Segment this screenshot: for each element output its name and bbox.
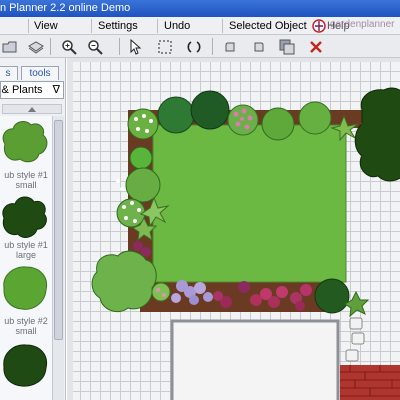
title-bar: n Planner 2.2 online Demo — [0, 0, 400, 17]
design-canvas[interactable] — [67, 58, 400, 400]
shrub-large[interactable] — [91, 250, 157, 313]
zoom-in-icon[interactable] — [59, 37, 79, 56]
shrub-light-icon — [2, 121, 48, 163]
menu-separator — [222, 19, 223, 33]
plant-label: ub style #2 — [4, 316, 48, 326]
tree-large[interactable] — [354, 87, 400, 182]
shrub-dark[interactable] — [314, 278, 350, 314]
dropdown-arrow-icon: ∇ — [52, 84, 60, 96]
marquee-select-icon[interactable] — [155, 37, 175, 56]
chevron-up-icon — [28, 106, 36, 112]
menu-selected-object[interactable]: Selected Object — [229, 17, 307, 35]
plant-label: ub style #1 — [4, 170, 48, 180]
lawn-area[interactable] — [152, 124, 347, 283]
layer-icon[interactable] — [277, 37, 297, 56]
save-icon[interactable] — [26, 37, 46, 56]
shrub-round-icon — [3, 266, 48, 310]
garden-plan — [91, 87, 400, 400]
plant-label: ub style #1 — [4, 240, 48, 250]
redo-icon[interactable] — [249, 37, 269, 56]
gardenplanner-logo: gardenplanner — [312, 18, 400, 34]
left-panel: s tools s & Plants ∇ ub style #1 small u… — [0, 58, 66, 400]
toolbar-separator — [119, 38, 120, 55]
delete-icon[interactable] — [306, 37, 326, 56]
menu-undo[interactable]: Undo — [164, 17, 190, 35]
shrub-dark-icon — [2, 196, 47, 238]
toolbar-separator — [212, 38, 213, 55]
stepping-stones[interactable] — [345, 317, 365, 362]
scroll-up-button[interactable] — [2, 104, 62, 114]
menu-settings[interactable]: Settings — [98, 17, 138, 35]
shrub-dark-round-icon — [3, 344, 48, 387]
shrub[interactable] — [190, 90, 230, 130]
menu-view[interactable]: View — [34, 17, 58, 35]
plant-size: small — [15, 326, 37, 336]
menu-bar: View Settings Undo Selected Object Help … — [0, 17, 400, 35]
shrub[interactable] — [261, 107, 295, 141]
rotate-icon[interactable] — [184, 37, 204, 56]
undo-icon[interactable] — [220, 37, 240, 56]
shrub[interactable] — [125, 167, 161, 203]
plant-size: small — [15, 180, 37, 190]
tab-plants[interactable]: s — [0, 66, 18, 80]
plant-list-scrollbar[interactable] — [52, 116, 64, 400]
logo-text: gardenplanner — [330, 19, 395, 30]
shrub[interactable] — [129, 146, 153, 170]
category-dropdown-value: s & Plants — [1, 84, 43, 96]
plant-list: ub style #1 small ub style #1 large ub s… — [0, 116, 52, 400]
menu-separator — [28, 19, 29, 33]
open-icon[interactable] — [0, 37, 20, 56]
menu-separator — [91, 19, 92, 33]
window-title: n Planner 2.2 online Demo — [0, 2, 131, 14]
scrollbar-thumb[interactable] — [54, 120, 63, 340]
tab-tools[interactable]: tools — [21, 66, 59, 80]
toolbar-separator — [50, 38, 51, 55]
menu-separator — [157, 19, 158, 33]
shrub[interactable] — [298, 101, 332, 135]
category-dropdown[interactable]: s & Plants ∇ — [0, 81, 64, 99]
shrub-flowering[interactable] — [127, 108, 159, 140]
select-arrow-icon[interactable] — [125, 37, 145, 56]
patio-area[interactable] — [170, 319, 340, 400]
shrub[interactable] — [157, 96, 195, 134]
plant-size: large — [15, 250, 36, 260]
brick-paving[interactable] — [340, 365, 400, 400]
toolbar — [0, 35, 400, 58]
zoom-out-icon[interactable] — [85, 37, 105, 56]
